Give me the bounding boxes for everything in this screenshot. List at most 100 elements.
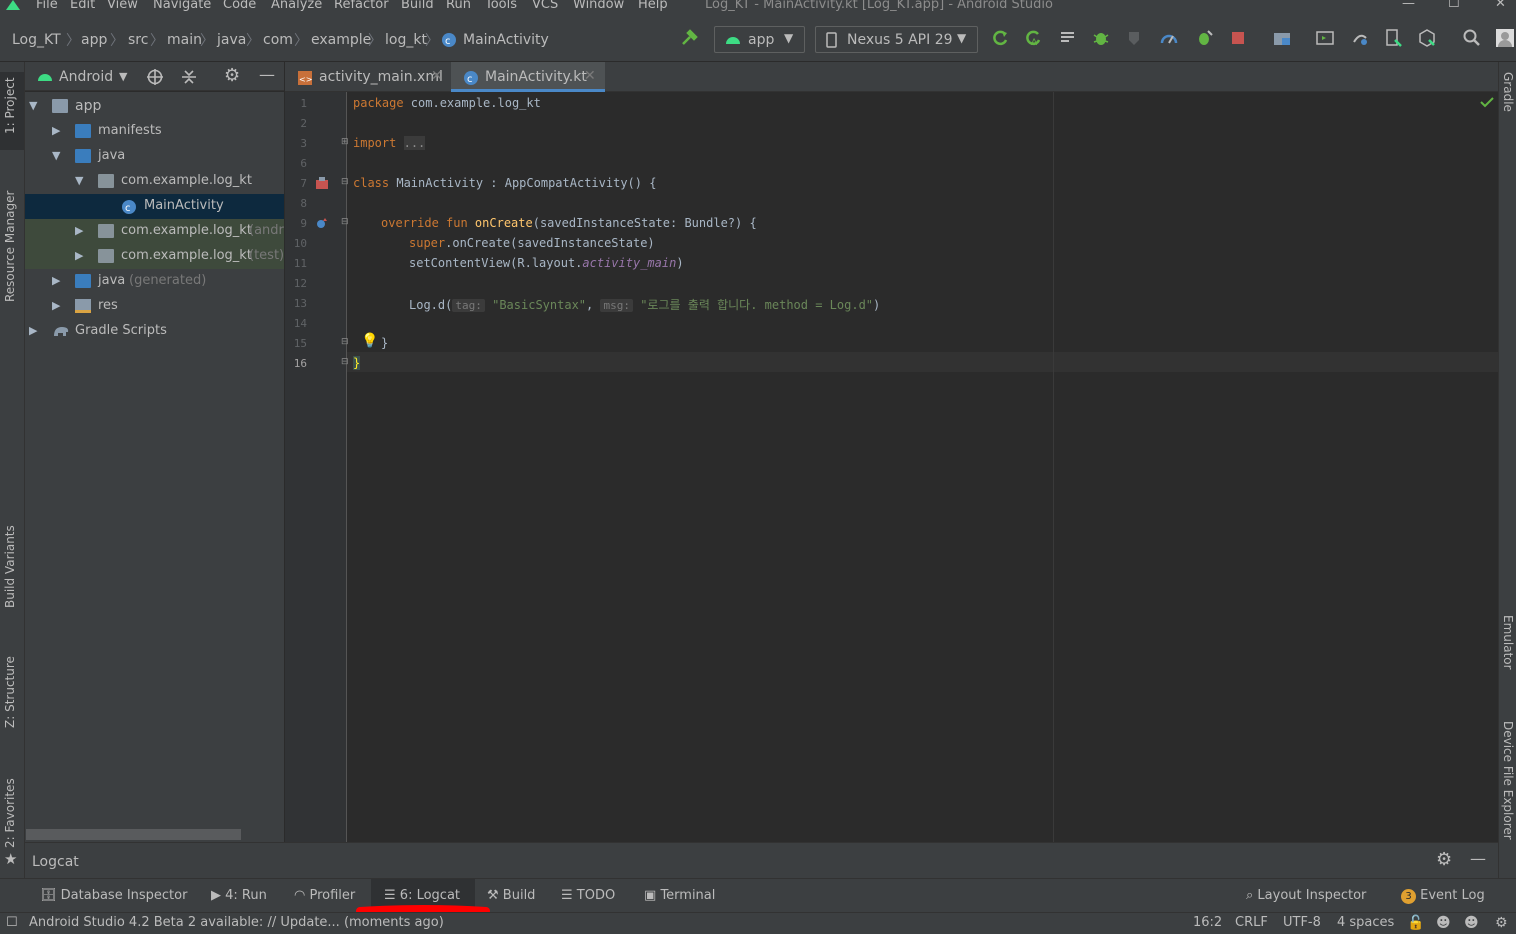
profile-gauge-icon[interactable] <box>1158 27 1180 49</box>
panel-toggle-icon[interactable]: ☐ <box>6 915 18 930</box>
menu-help[interactable]: Help <box>638 0 668 12</box>
tool-profiler[interactable]: ◠ Profiler <box>294 888 355 903</box>
breadcrumb-mainactivity[interactable]: MainActivity <box>463 32 549 48</box>
gear-icon[interactable]: ⚙ <box>224 65 240 86</box>
breadcrumb-com[interactable]: com <box>263 32 293 48</box>
chevron-right-icon[interactable]: ▶ <box>75 249 83 262</box>
device-dropdown[interactable]: Nexus 5 API 29 ▼ <box>815 26 978 53</box>
breadcrumb-example[interactable]: example <box>311 32 371 48</box>
activity-gutter-icon[interactable] <box>315 176 329 190</box>
chevron-down-icon[interactable]: ▼ <box>75 174 83 187</box>
tool-tab-emulator[interactable]: Emulator <box>1501 615 1515 670</box>
breadcrumb-main[interactable]: main <box>167 32 202 48</box>
sync-gradle-icon[interactable] <box>1349 27 1371 49</box>
tool-logcat[interactable]: ☰ 6: Logcat <box>384 888 460 903</box>
stop-icon[interactable] <box>1227 27 1249 49</box>
avd-manager-icon[interactable] <box>1314 27 1336 49</box>
hide-panel-icon[interactable]: — <box>1470 849 1486 868</box>
maximize-icon[interactable]: ☐ <box>1448 0 1460 11</box>
project-structure-icon[interactable] <box>1271 27 1293 49</box>
tree-item-manifests[interactable]: ▶ manifests <box>25 119 284 144</box>
coverage-icon[interactable] <box>1124 27 1146 49</box>
locate-target-icon[interactable] <box>146 68 164 86</box>
chevron-down-icon[interactable]: ▼ <box>29 99 37 112</box>
fold-icon[interactable]: ⊟ <box>341 357 349 367</box>
fold-icon[interactable]: ⊞ <box>341 137 349 147</box>
menu-file[interactable]: File <box>36 0 58 12</box>
chevron-right-icon[interactable]: ▶ <box>52 274 60 287</box>
menu-run[interactable]: Run <box>446 0 471 12</box>
menu-navigate[interactable]: Navigate <box>153 0 211 12</box>
tree-item-app[interactable]: ▼ app <box>25 94 284 119</box>
close-window-icon[interactable]: ✕ <box>1495 0 1506 11</box>
horizontal-scrollbar[interactable] <box>26 829 241 840</box>
attach-debugger-icon[interactable] <box>1057 27 1079 49</box>
tool-tab-resource-manager[interactable]: Resource Manager <box>3 191 17 302</box>
breadcrumb-log-kt[interactable]: log_kt <box>385 32 427 48</box>
line-separator[interactable]: CRLF <box>1235 915 1268 930</box>
menu-edit[interactable]: Edit <box>70 0 95 12</box>
account-avatar-icon[interactable] <box>1494 27 1516 49</box>
tool-tab-build-variants[interactable]: Build Variants <box>3 525 17 608</box>
fold-icon[interactable]: ⊟ <box>341 337 349 347</box>
menu-tools[interactable]: Tools <box>485 0 517 12</box>
menu-build[interactable]: Build <box>401 0 434 12</box>
chevron-right-icon[interactable]: ▶ <box>29 324 37 337</box>
tab-mainactivity-kt[interactable]: c MainActivity.kt ✕ <box>451 62 605 92</box>
tree-item-package[interactable]: ▼ com.example.log_kt <box>25 169 284 194</box>
override-gutter-icon[interactable] <box>316 217 328 229</box>
collapse-all-icon[interactable] <box>180 68 198 86</box>
memory-indicator-icon[interactable]: ⚙ <box>1495 915 1508 931</box>
ide-heart-icon[interactable]: ☻ <box>1464 915 1479 931</box>
smiley-feedback-icon[interactable]: ☻ <box>1436 915 1451 931</box>
close-icon[interactable]: ✕ <box>431 68 443 84</box>
tree-item-java[interactable]: ▼ java <box>25 144 284 169</box>
lightbulb-icon[interactable]: 💡 <box>361 333 378 349</box>
tree-item-mainactivity[interactable]: c MainActivity <box>25 194 284 219</box>
tool-layout-inspector[interactable]: ⌕ Layout Inspector <box>1246 888 1366 903</box>
close-icon[interactable]: ✕ <box>584 68 596 84</box>
breadcrumb-app[interactable]: app <box>81 32 107 48</box>
attach-debugger-bug-icon[interactable] <box>1193 27 1215 49</box>
hide-panel-icon[interactable]: — <box>259 65 275 84</box>
fold-icon[interactable]: ⊟ <box>341 217 349 227</box>
status-message[interactable]: Android Studio 4.2 Beta 2 available: // … <box>29 915 444 930</box>
debug-bug-icon[interactable] <box>1090 27 1112 49</box>
sdk-manager-icon[interactable] <box>1416 27 1438 49</box>
breadcrumb-project[interactable]: Log_KT <box>12 32 61 48</box>
breadcrumb-java[interactable]: java <box>217 32 246 48</box>
tree-item-java-generated[interactable]: ▶ java (generated) <box>25 269 284 294</box>
apply-code-changes-icon[interactable]: A <box>1022 27 1044 49</box>
tool-tab-favorites[interactable]: 2: Favorites <box>3 778 17 848</box>
tool-run[interactable]: ▶ 4: Run <box>211 888 267 903</box>
chevron-down-icon[interactable]: ▼ <box>119 70 127 83</box>
chevron-right-icon[interactable]: ▶ <box>52 299 60 312</box>
file-encoding[interactable]: UTF-8 <box>1283 915 1321 930</box>
fold-icon[interactable]: ⊟ <box>341 177 349 187</box>
tree-item-android-test-package[interactable]: ▶ com.example.log_kt (andr <box>25 219 284 244</box>
project-view-mode[interactable]: Android <box>59 69 113 85</box>
tool-tab-gradle[interactable]: Gradle <box>1501 72 1515 112</box>
tool-todo[interactable]: ☰ TODO <box>561 888 615 903</box>
caret-position[interactable]: 16:2 <box>1193 915 1222 930</box>
make-project-hammer-icon[interactable] <box>678 27 700 49</box>
folded-imports[interactable]: ... <box>403 136 426 150</box>
device-manager-icon[interactable] <box>1382 27 1404 49</box>
menu-window[interactable]: Window <box>573 0 624 12</box>
menu-vcs[interactable]: VCS <box>532 0 558 12</box>
tool-tab-project[interactable]: 1: Project <box>3 77 17 134</box>
run-config-dropdown[interactable]: app ▼ <box>714 26 805 53</box>
tree-item-gradle-scripts[interactable]: ▶ Gradle Scripts <box>25 319 284 344</box>
tree-item-res[interactable]: ▶ res <box>25 294 284 319</box>
tree-item-test-package[interactable]: ▶ com.example.log_kt (test) <box>25 244 284 269</box>
menu-refactor[interactable]: Refactor <box>334 0 389 12</box>
chevron-down-icon[interactable]: ▼ <box>52 149 60 162</box>
code-editor[interactable]: 1 2 3 6 7 8 9 10 11 12 13 14 15 16 ⊞ ⊟ ⊟… <box>285 92 1498 842</box>
search-icon[interactable] <box>1461 27 1483 49</box>
tool-event-log[interactable]: 3 Event Log <box>1401 888 1485 904</box>
breadcrumb-src[interactable]: src <box>128 32 148 48</box>
chevron-right-icon[interactable]: ▶ <box>75 224 83 237</box>
tool-tab-structure[interactable]: Z: Structure <box>3 656 17 728</box>
tool-build[interactable]: ⚒ Build <box>487 888 535 903</box>
apply-changes-restart-icon[interactable] <box>989 27 1011 49</box>
